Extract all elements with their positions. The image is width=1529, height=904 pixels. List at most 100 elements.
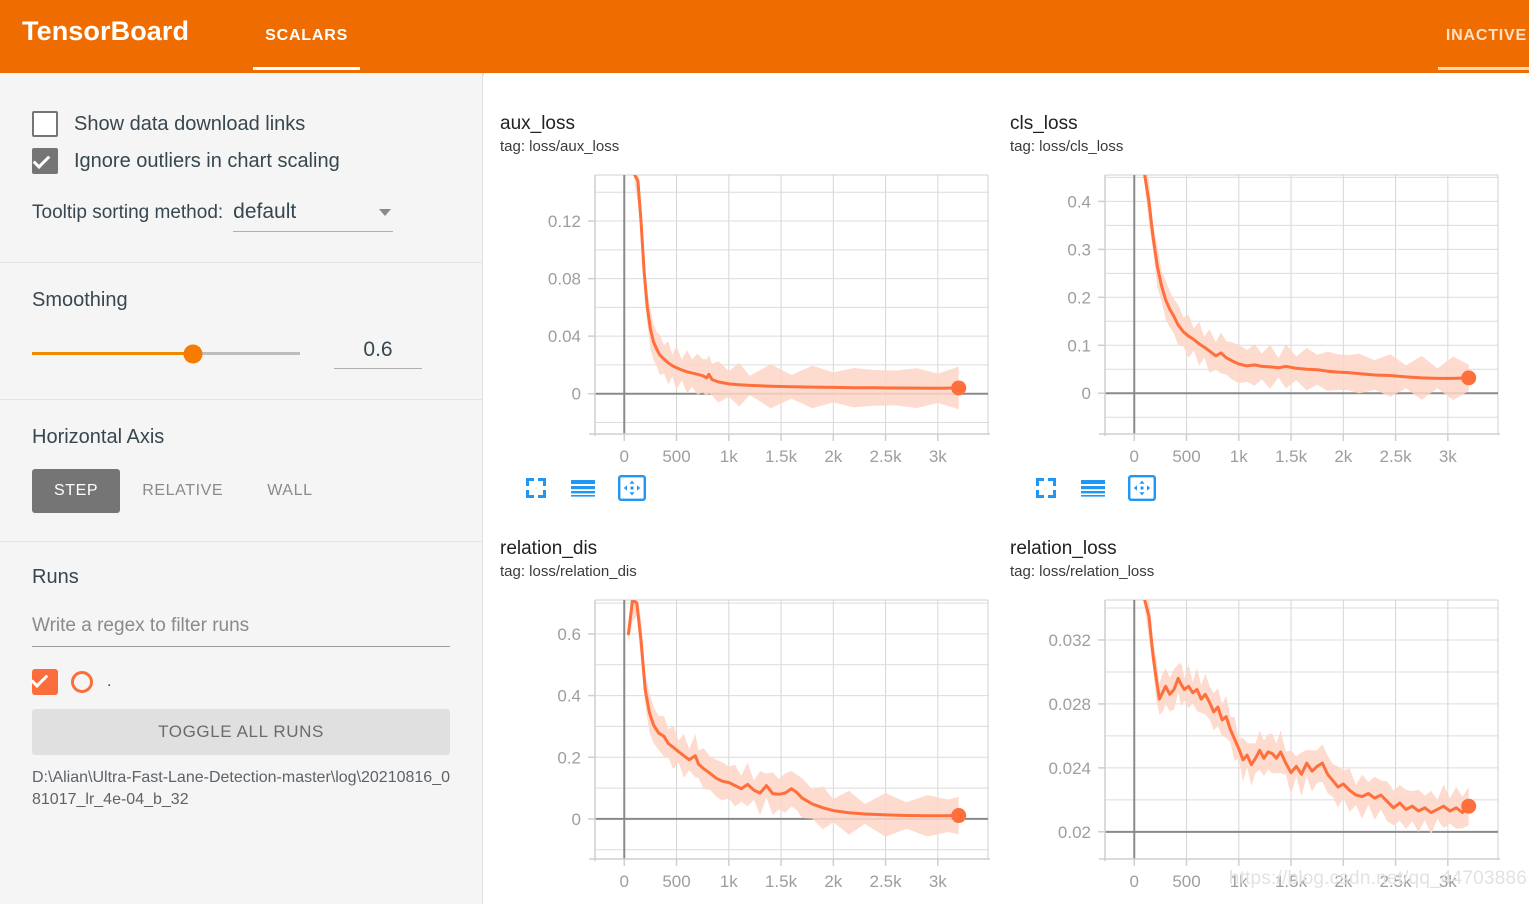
runs-label: Runs (32, 566, 79, 588)
svg-text:500: 500 (662, 447, 690, 466)
svg-text:0.12: 0.12 (548, 212, 581, 231)
svg-text:500: 500 (662, 872, 690, 891)
smoothing-value-input[interactable]: 0.6 (334, 338, 422, 369)
data-series-icon[interactable] (1080, 476, 1106, 505)
chevron-down-icon (379, 208, 392, 216)
svg-text:0: 0 (1130, 872, 1139, 891)
chart-title: relation_loss (1010, 538, 1117, 559)
chart-plot[interactable]: 0 0.1 0.2 0.3 0.4 0 500 1k 1.5k 2k 2.5k 3k (1010, 169, 1510, 469)
nav-tabs: SCALARS (239, 0, 374, 73)
checkbox-label: Ignore outliers in chart scaling (74, 149, 340, 172)
chart-plot[interactable]: 0 0.2 0.4 0.6 0 500 1k 1.5k 2k 2.5k 3k (500, 594, 1000, 894)
svg-text:3k: 3k (929, 447, 947, 466)
run-checkbox-checked-icon[interactable] (32, 669, 58, 695)
app-title: TensorBoard (22, 16, 190, 46)
svg-text:0.4: 0.4 (557, 686, 581, 705)
svg-text:0.032: 0.032 (1048, 631, 1091, 650)
svg-text:3k: 3k (1439, 872, 1457, 891)
svg-text:0: 0 (572, 810, 581, 829)
svg-text:2.5k: 2.5k (1379, 872, 1412, 891)
svg-text:500: 500 (1172, 447, 1200, 466)
svg-text:1.5k: 1.5k (765, 872, 798, 891)
svg-text:0.6: 0.6 (557, 625, 581, 644)
svg-text:1.5k: 1.5k (765, 447, 798, 466)
svg-text:2k: 2k (824, 872, 842, 891)
pan-reset-icon[interactable] (1128, 474, 1157, 506)
svg-text:3k: 3k (929, 872, 947, 891)
svg-text:2k: 2k (824, 447, 842, 466)
toggle-all-runs-button[interactable]: TOGGLE ALL RUNS (32, 709, 450, 755)
chart-title: relation_dis (500, 538, 598, 559)
checked-checkbox-icon[interactable] (32, 148, 58, 174)
unchecked-checkbox-icon[interactable] (32, 111, 58, 137)
svg-text:1.5k: 1.5k (1275, 872, 1308, 891)
smoothing-slider-fill (32, 352, 193, 355)
axis-option-relative[interactable]: RELATIVE (120, 469, 245, 513)
chart-card-relation-loss: relation_loss tag: loss/relation_loss 0.… (1010, 538, 1520, 904)
run-color-circle-icon (71, 671, 93, 693)
chart-title: aux_loss (500, 113, 575, 134)
chart-tag: tag: loss/aux_loss (500, 137, 620, 155)
smoothing-slider-thumb[interactable] (183, 344, 203, 363)
chart-plot[interactable]: 0 0.04 0.08 0.12 0 500 1k 1.5k 2k 2.5k 3k (500, 169, 1000, 469)
checkbox-ignore-outliers[interactable]: Ignore outliers in chart scaling (32, 148, 450, 174)
tooltip-sorting-row: Tooltip sorting method: default (32, 200, 450, 232)
chart-tag: tag: loss/cls_loss (1010, 137, 1124, 155)
svg-text:0.4: 0.4 (1067, 192, 1091, 211)
svg-text:0: 0 (620, 447, 629, 466)
axis-option-wall[interactable]: WALL (245, 469, 334, 513)
smoothing-section: Smoothing 0.6 (0, 263, 482, 399)
checkbox-show-download-links[interactable]: Show data download links (32, 111, 450, 137)
data-series-icon[interactable] (570, 476, 596, 505)
chart-title: cls_loss (1010, 113, 1078, 134)
tab-scalars[interactable]: SCALARS (239, 0, 374, 73)
fullscreen-icon[interactable] (524, 476, 548, 505)
svg-text:0.1: 0.1 (1067, 336, 1091, 355)
smoothing-slider[interactable] (32, 344, 300, 363)
svg-text:0.04: 0.04 (548, 327, 581, 346)
svg-text:0.028: 0.028 (1048, 695, 1091, 714)
svg-text:1k: 1k (1230, 447, 1248, 466)
svg-text:2.5k: 2.5k (1379, 447, 1412, 466)
runs-section: Runs Write a regex to filter runs . TOGG… (0, 542, 482, 810)
svg-text:1.5k: 1.5k (1275, 447, 1308, 466)
pan-reset-icon[interactable] (618, 474, 647, 506)
settings-sidebar: Show data download links Ignore outliers… (0, 73, 483, 904)
svg-text:0.2: 0.2 (557, 748, 581, 767)
tab-inactive[interactable]: INACTIVE (1420, 0, 1529, 73)
run-filter-input[interactable]: Write a regex to filter runs (32, 615, 450, 647)
run-name-label: . (107, 673, 112, 690)
svg-text:2k: 2k (1334, 447, 1352, 466)
tooltip-sorting-select[interactable]: default (233, 200, 394, 232)
tooltip-sorting-label: Tooltip sorting method: (32, 202, 224, 223)
svg-text:0.024: 0.024 (1048, 759, 1091, 778)
svg-text:2.5k: 2.5k (869, 872, 902, 891)
horizontal-axis-label: Horizontal Axis (32, 426, 165, 448)
svg-text:0: 0 (1130, 447, 1139, 466)
chart-plot[interactable]: 0.02 0.024 0.028 0.032 0 500 1k 1.5k 2k 2.5k 3k (1010, 594, 1510, 894)
display-options-section: Show data download links Ignore outliers… (0, 73, 482, 262)
svg-text:0.08: 0.08 (548, 269, 581, 288)
smoothing-slider-row: 0.6 (32, 338, 450, 369)
checkbox-label: Show data download links (74, 112, 306, 135)
svg-text:2k: 2k (1334, 872, 1352, 891)
smoothing-label: Smoothing (32, 289, 128, 311)
svg-text:1k: 1k (720, 447, 738, 466)
chart-card-aux-loss: aux_loss tag: loss/aux_loss 0 0.04 0.08 0.1… (500, 113, 1010, 538)
svg-text:3k: 3k (1439, 447, 1457, 466)
svg-text:0: 0 (572, 385, 581, 404)
charts-area: aux_loss tag: loss/aux_loss 0 0.04 0.08 0.1… (484, 73, 1529, 904)
svg-text:0: 0 (1082, 384, 1091, 403)
chart-card-relation-dis: relation_dis tag: loss/relation_dis 0 0.2… (500, 538, 1010, 904)
horizontal-axis-buttons: STEP RELATIVE WALL (32, 469, 450, 513)
chart-card-cls-loss: cls_loss tag: loss/cls_loss 0 0.1 0.2 0.3 0.… (1010, 113, 1520, 538)
run-list-item[interactable]: . (32, 669, 450, 695)
top-bar: TensorBoard SCALARS INACTIVE (0, 0, 1529, 73)
svg-text:0.02: 0.02 (1058, 823, 1091, 842)
fullscreen-icon[interactable] (1034, 476, 1058, 505)
tooltip-sorting-value: default (233, 200, 297, 223)
axis-option-step[interactable]: STEP (32, 469, 121, 513)
svg-text:0.2: 0.2 (1067, 288, 1091, 307)
chart-toolbar (1034, 474, 1520, 506)
svg-text:1k: 1k (720, 872, 738, 891)
